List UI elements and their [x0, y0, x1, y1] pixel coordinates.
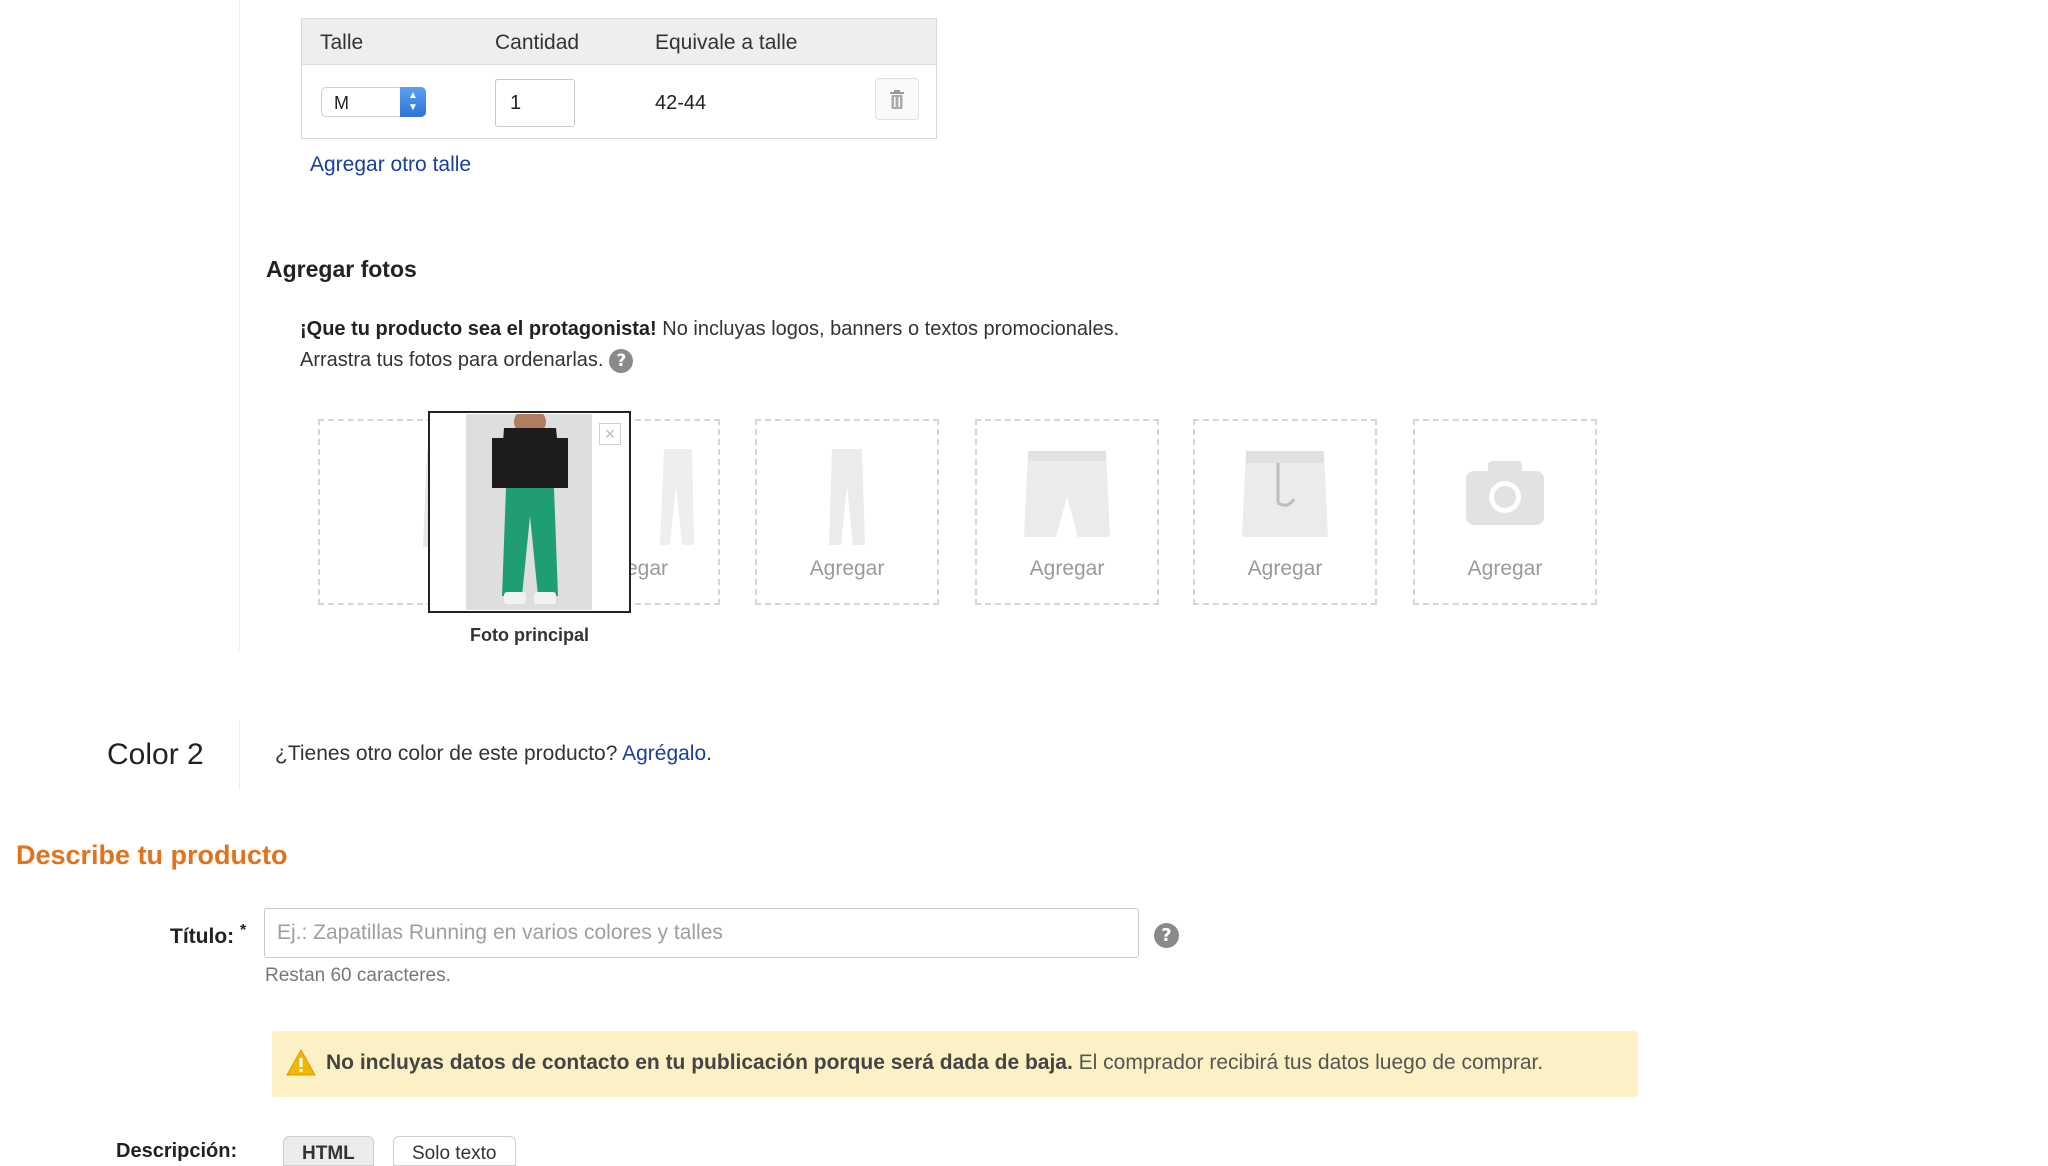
describe-title: Describe tu producto [16, 840, 288, 870]
warning-rest: El comprador recibirá tus datos luego de… [1072, 1051, 1544, 1074]
title-label-text: Título: [170, 925, 235, 948]
pants-back-icon [829, 449, 865, 545]
warning-icon [286, 1049, 316, 1076]
section-divider-top [239, 0, 240, 650]
equivalent-size-value: 42-44 [655, 92, 707, 114]
color2-question: ¿Tienes otro color de este producto? Agr… [275, 742, 712, 766]
header-equivale: Equivale a talle [655, 31, 798, 54]
color2-suffix: . [706, 742, 712, 765]
trash-icon [890, 90, 904, 109]
photo-slot-5-label: Agregar [1247, 557, 1323, 580]
color2-question-text: ¿Tienes otro color de este producto? [275, 742, 623, 765]
remove-photo-icon[interactable]: × [599, 423, 621, 445]
required-mark: * [239, 922, 247, 939]
warning-text: No incluyas datos de contacto en tu publ… [326, 1051, 1543, 1075]
tab-html[interactable]: HTML [283, 1136, 374, 1166]
photo-slot-4[interactable]: Agregar [975, 419, 1159, 605]
main-photo-image [466, 414, 592, 610]
size-select-value: M [334, 93, 349, 113]
photo-hint-line2: Arrastra tus fotos para ordenarlas. [300, 349, 604, 371]
pants-side-icon [660, 449, 694, 545]
title-help-icon[interactable]: ? [1154, 923, 1179, 948]
main-photo-caption: Foto principal [470, 625, 589, 645]
remaining-characters: Restan 60 caracteres. [265, 965, 451, 986]
size-table-header: Talle Cantidad Equivale a talle [302, 19, 936, 65]
photo-hint: ¡Que tu producto sea el protagonista! No… [300, 314, 1119, 376]
photo-slot-6-label: Agregar [1467, 557, 1543, 580]
header-cantidad: Cantidad [495, 31, 580, 54]
model-green-pants-image [466, 414, 592, 610]
photo-hint-bold: ¡Que tu producto sea el protagonista! [300, 318, 657, 340]
title-input[interactable] [264, 908, 1139, 958]
add-color-link[interactable]: Agrégalo [622, 742, 706, 765]
section-divider-color2 [239, 720, 240, 790]
header-talle: Talle [320, 31, 364, 54]
photos-title: Agregar fotos [266, 256, 417, 282]
color2-label: Color 2 [107, 738, 204, 771]
help-icon[interactable]: ? [609, 348, 634, 373]
description-row: Descripción: HTML Solo texto [0, 1136, 2048, 1166]
size-select[interactable]: M ▲ ▼ [321, 87, 426, 117]
photo-slot-3-label: Agregar [809, 557, 885, 580]
quantity-input[interactable] [495, 79, 575, 127]
title-label: Título: * [170, 922, 246, 949]
photo-slot-6[interactable]: Agregar [1413, 419, 1597, 605]
photo-slot-3[interactable]: Agregar [755, 419, 939, 605]
select-arrows-icon: ▲ ▼ [400, 87, 426, 117]
photo-hint-rest: No incluyas logos, banners o textos prom… [656, 318, 1120, 340]
photo-slot-5[interactable]: Agregar [1193, 419, 1377, 605]
pants-detail-icon [1024, 451, 1110, 537]
delete-size-button[interactable] [875, 78, 919, 120]
camera-icon [1466, 461, 1544, 525]
tab-plain-text[interactable]: Solo texto [393, 1136, 516, 1166]
warning-bold: No incluyas datos de contacto en tu publ… [326, 1051, 1073, 1074]
photo-slot-4-label: Agregar [1029, 557, 1105, 580]
pants-waist-icon [1242, 451, 1328, 537]
main-photo[interactable]: × [428, 411, 631, 613]
size-table: Talle Cantidad Equivale a talle M ▲▼ 42-… [301, 18, 937, 139]
contact-warning: No incluyas datos de contacto en tu publ… [272, 1031, 1638, 1097]
add-size-link[interactable]: Agregar otro talle [310, 153, 471, 177]
